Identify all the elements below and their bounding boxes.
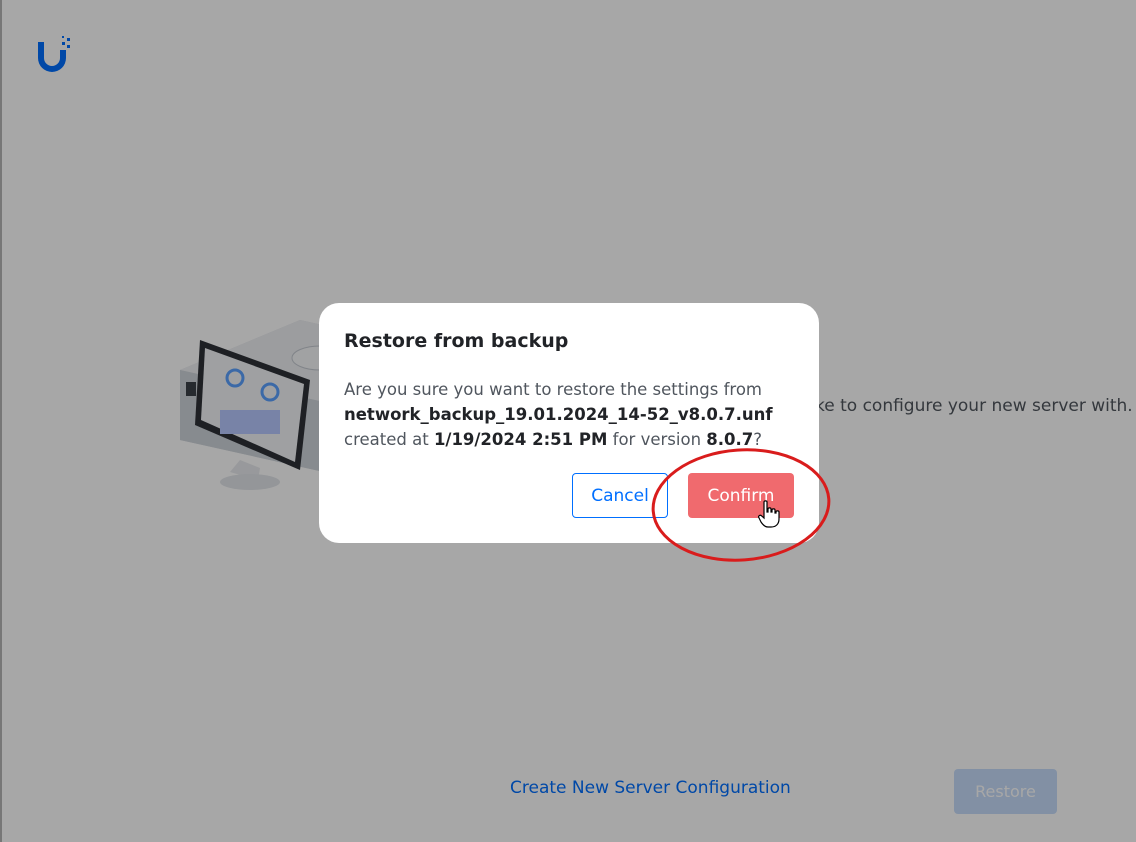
message-end: ?	[753, 430, 763, 449]
backup-filename: network_backup_19.01.2024_14-52_v8.0.7.u…	[344, 405, 773, 424]
message-created: created at	[344, 430, 429, 449]
restore-confirmation-dialog: Restore from backup Are you sure you wan…	[319, 303, 819, 543]
dialog-title: Restore from backup	[344, 330, 569, 352]
cancel-button[interactable]: Cancel	[572, 473, 668, 518]
window-edge	[0, 0, 2, 842]
message-for-version: for version	[612, 430, 702, 449]
backup-datetime: 1/19/2024 2:51 PM	[433, 430, 608, 449]
dialog-message: Are you sure you want to restore the set…	[344, 377, 799, 452]
backup-version: 8.0.7	[706, 430, 754, 449]
message-prefix: Are you sure you want to restore the set…	[344, 380, 763, 399]
hand-pointer-cursor-icon	[758, 500, 780, 528]
